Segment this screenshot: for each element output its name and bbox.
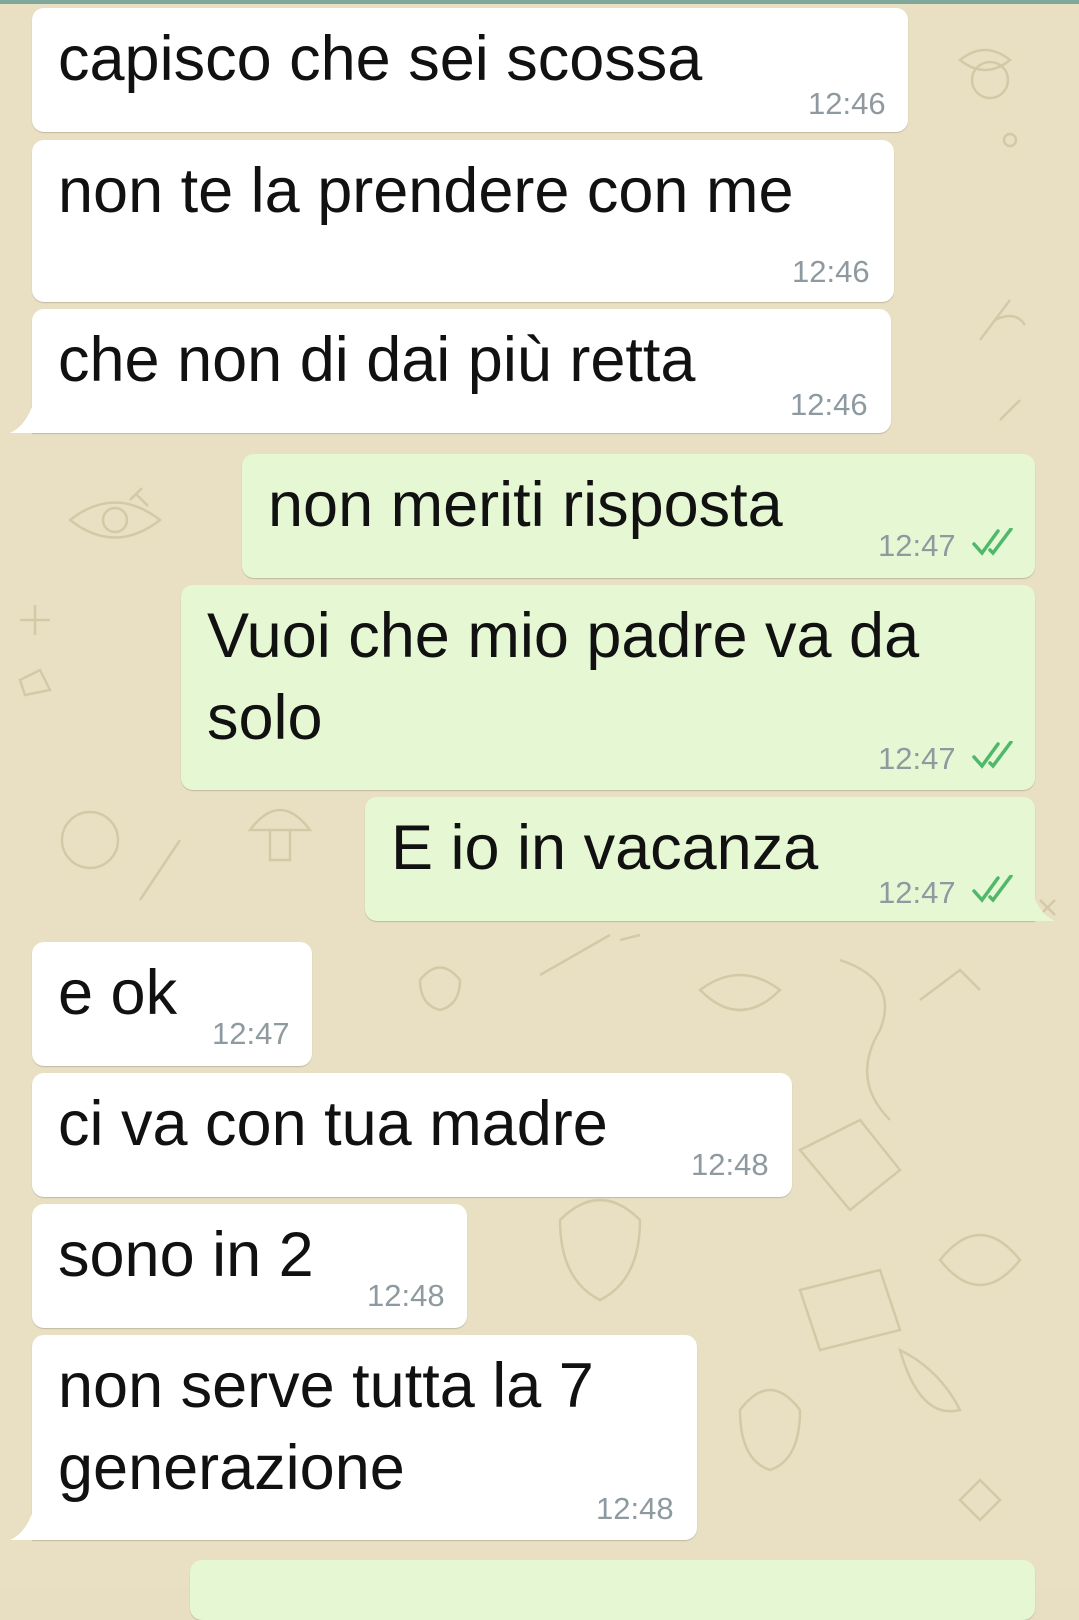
message-bubble-incoming[interactable]: che non di dai più retta 12:46 xyxy=(32,309,891,433)
message-text: che non di dai più retta xyxy=(58,325,696,395)
message-text-line2: solo xyxy=(207,683,323,753)
bubble-tail-incoming xyxy=(10,1514,32,1540)
message-timestamp: 12:47 xyxy=(212,1016,290,1051)
message-bubble-incoming[interactable]: capisco che sei scossa 12:46 xyxy=(32,8,908,132)
message-bubble-incoming[interactable]: non serve tutta la 7 generazione 12:48 xyxy=(32,1335,697,1540)
message-timestamp: 12:48 xyxy=(691,1147,769,1182)
double-check-icon xyxy=(972,528,1013,556)
message-text: Vuoi che mio padre va da xyxy=(207,601,920,671)
double-check-icon xyxy=(972,741,1013,769)
top-divider xyxy=(0,0,1079,4)
message-timestamp: 12:46 xyxy=(792,254,870,289)
message-bubble-incoming[interactable]: sono in 2 12:48 xyxy=(32,1204,467,1328)
message-timestamp: 12:48 xyxy=(367,1278,445,1313)
message-timestamp: 12:48 xyxy=(596,1491,674,1526)
message-bubble-outgoing[interactable]: Vuoi che mio padre va da solo 12:47 xyxy=(181,585,1035,790)
message-bubble-incoming[interactable]: non te la prendere con me 12:46 xyxy=(32,140,894,302)
message-timestamp: 12:46 xyxy=(808,86,886,121)
double-check-icon xyxy=(972,875,1013,903)
bubble-tail-incoming xyxy=(10,407,32,433)
message-bubble-outgoing[interactable]: non meriti risposta 12:47 xyxy=(242,454,1035,578)
message-bubble-outgoing-partial[interactable] xyxy=(190,1560,1035,1620)
message-bubble-incoming[interactable]: ci va con tua madre 12:48 xyxy=(32,1073,792,1197)
message-bubble-incoming[interactable]: e ok 12:47 xyxy=(32,942,312,1066)
message-text: E io in vacanza xyxy=(391,813,819,883)
message-timestamp: 12:47 xyxy=(878,741,956,776)
message-bubble-outgoing[interactable]: E io in vacanza 12:47 xyxy=(365,797,1035,921)
message-text: non te la prendere con me xyxy=(58,156,794,226)
bubble-tail-outgoing xyxy=(1033,895,1055,921)
message-text: non serve tutta la 7 xyxy=(58,1351,594,1421)
message-text-line2: generazione xyxy=(58,1433,405,1503)
message-timestamp: 12:47 xyxy=(878,528,956,563)
message-timestamp: 12:46 xyxy=(790,387,868,422)
message-text: sono in 2 xyxy=(58,1220,314,1290)
message-text: non meriti risposta xyxy=(268,470,783,540)
message-text: e ok xyxy=(58,958,178,1028)
message-timestamp: 12:47 xyxy=(878,875,956,910)
message-text: ci va con tua madre xyxy=(58,1089,608,1159)
message-text: capisco che sei scossa xyxy=(58,24,703,94)
